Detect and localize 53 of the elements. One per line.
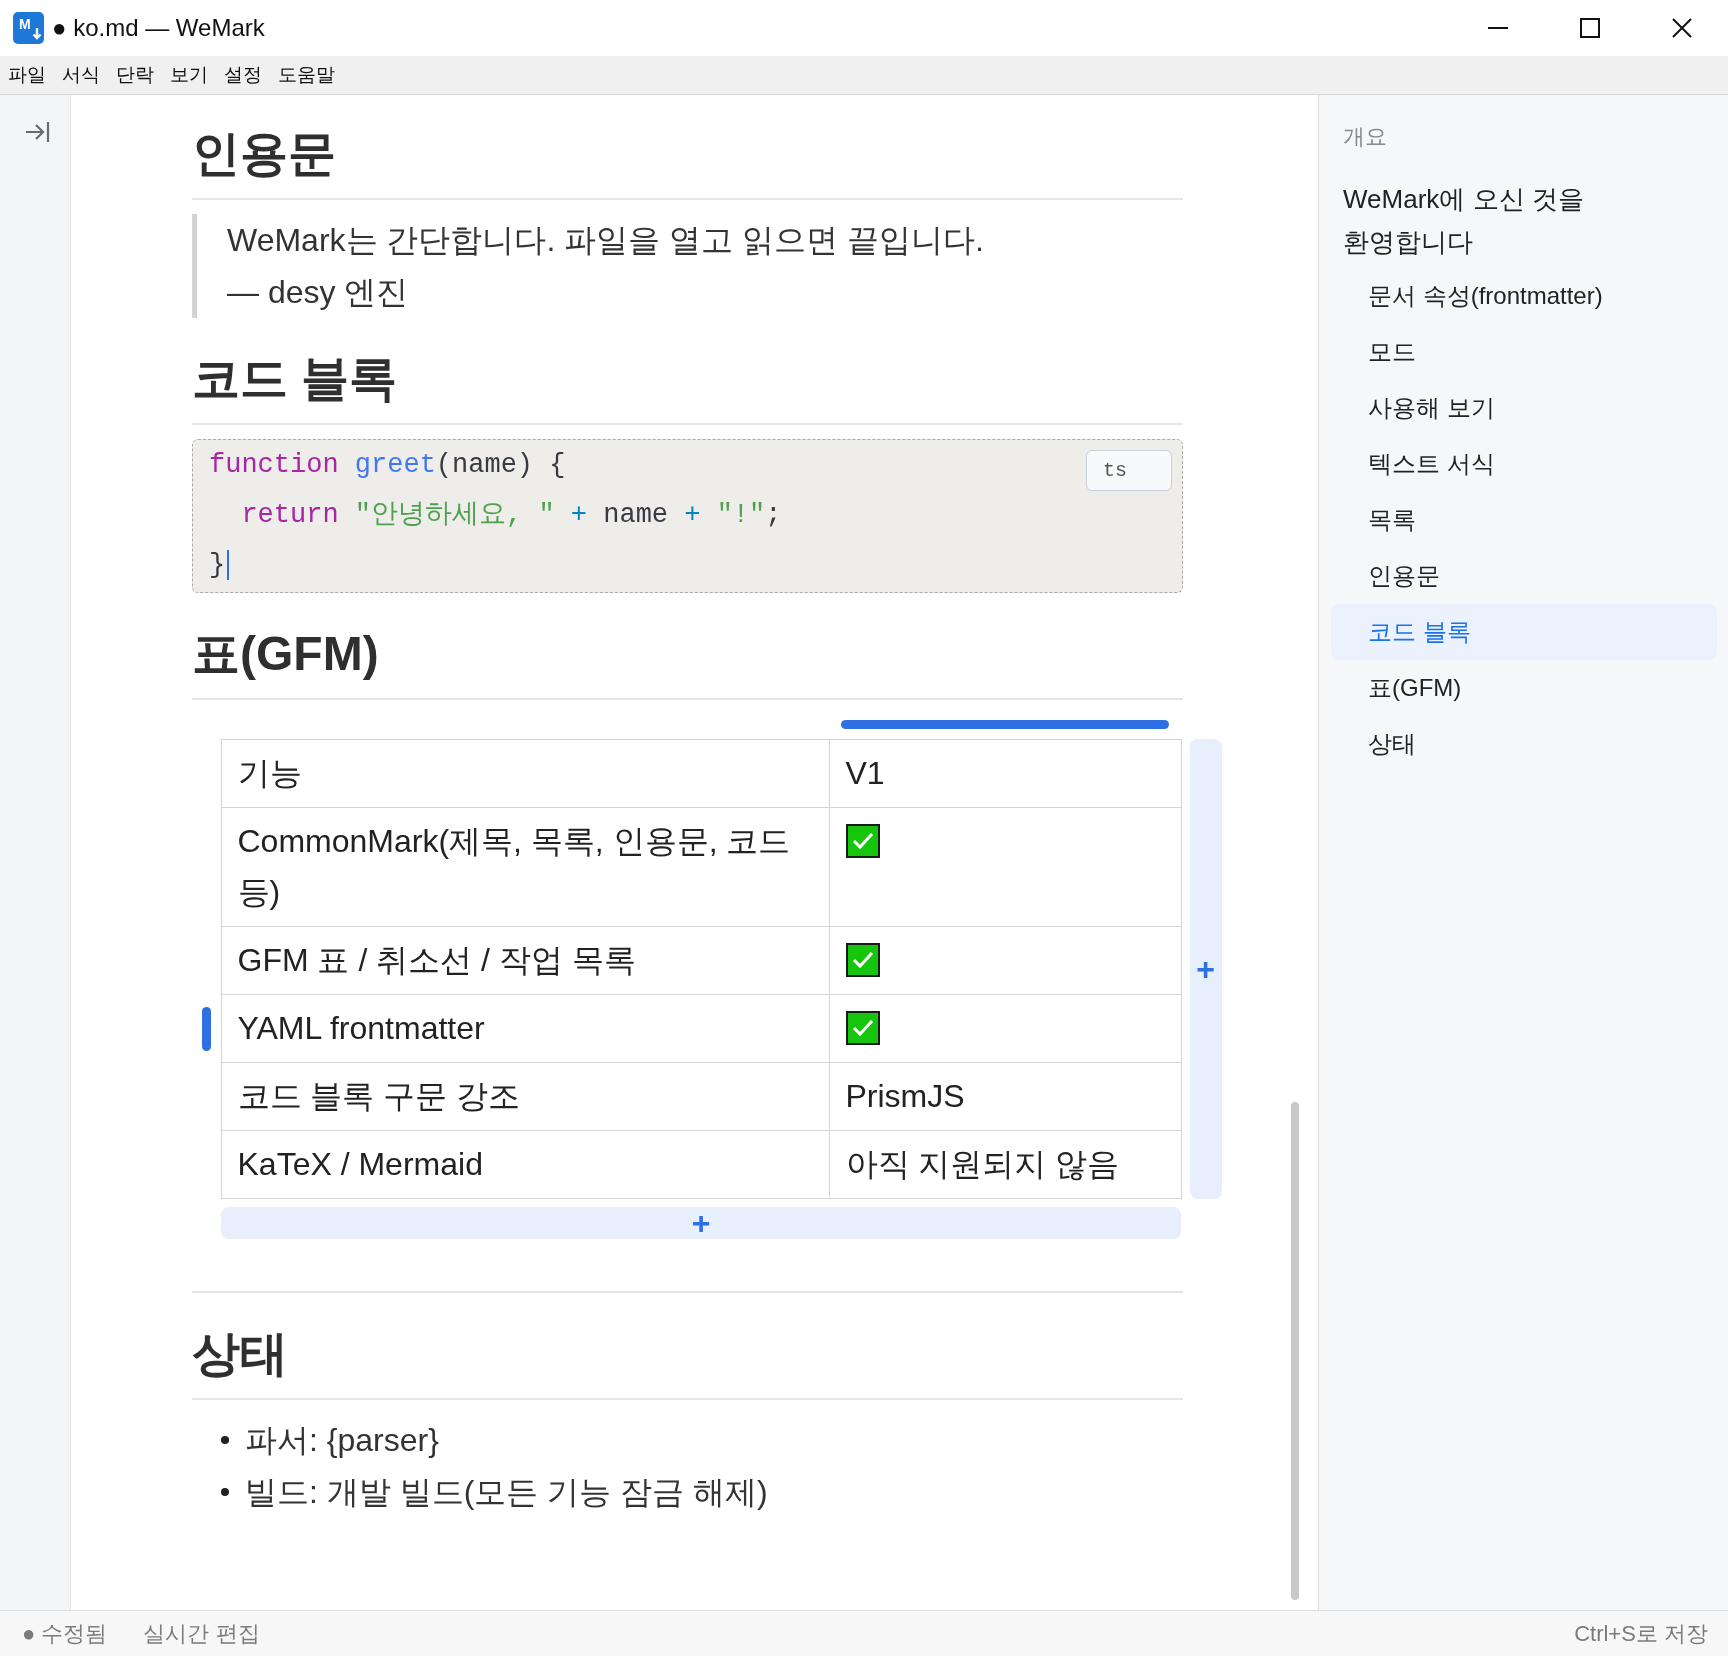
section-heading: 상태 (192, 1321, 1183, 1400)
menu-item[interactable]: 서식 (54, 57, 108, 93)
menu-item[interactable]: 파일 (0, 57, 54, 93)
scrollbar-thumb[interactable] (1291, 1102, 1299, 1600)
menu-item[interactable]: 단락 (108, 57, 162, 93)
list-item-text: 파서: {parser} (245, 1421, 439, 1460)
quote-attribution: — desy 엔진 (227, 273, 410, 312)
status-text: Ctrl+S로 저장 (1574, 1620, 1708, 1648)
table-cell: GFM 표 / 취소선 / 작업 목록 (221, 926, 829, 995)
table-header-cell: V1 (829, 739, 1181, 808)
quote-text: WeMark는 간단합니다. 파일을 열고 읽으면 끝입니다. (227, 221, 985, 260)
code-line: function greet(name) { (209, 449, 566, 482)
outline-item[interactable]: 문서 속성(frontmatter) (1331, 268, 1717, 324)
add-column-button[interactable]: + (1189, 739, 1222, 1199)
menu-item[interactable]: 도움말 (270, 57, 343, 93)
table-header-cell: 기능 (221, 739, 829, 808)
outline-item[interactable]: 사용해 보기 (1331, 380, 1717, 436)
code-line: return "안녕하세요, " + name + "!"; (240, 499, 782, 532)
arrow-to-bar-icon[interactable] (25, 121, 50, 143)
close-icon (1672, 18, 1692, 38)
bullet-icon (221, 1436, 229, 1444)
outline-item[interactable]: 모드 (1331, 324, 1717, 380)
section-heading: 표(GFM) (192, 621, 1183, 700)
minimize-icon (1488, 27, 1508, 29)
table-cell: PrismJS (829, 1062, 1181, 1131)
status-text: 실시간 편집 (143, 1620, 260, 1648)
outline-item[interactable]: 인용문 (1331, 548, 1717, 604)
table-cell: 아직 지원되지 않음 (829, 1130, 1181, 1199)
outline-title: 개요 (1342, 123, 1388, 151)
language-selector[interactable]: ts (1086, 450, 1172, 491)
table-cell: KaTeX / Mermaid (221, 1130, 829, 1199)
app-logo-icon: M (13, 12, 44, 44)
bullet-icon (221, 1488, 229, 1496)
maximize-icon (1580, 18, 1600, 38)
outline-item[interactable]: 표(GFM) (1331, 660, 1717, 716)
table-cell: YAML frontmatter (221, 994, 829, 1063)
window-title: ● ko.md — WeMark (52, 13, 265, 43)
status-text: ● 수정됨 (22, 1620, 108, 1648)
outline-item[interactable]: 상태 (1331, 716, 1717, 772)
outline-item[interactable]: 코드 블록 (1331, 604, 1717, 660)
menu-item[interactable]: 보기 (162, 57, 216, 93)
table-cell: 코드 블록 구문 강조 (221, 1062, 829, 1131)
table-cell: CommonMark(제목, 목록, 인용문, 코드 등) (221, 807, 829, 927)
outline-item[interactable]: WeMark에 오신 것을 환영합니다 (1331, 174, 1717, 268)
code-line: } (209, 549, 226, 582)
outline-item[interactable]: 목록 (1331, 492, 1717, 548)
section-heading: 코드 블록 (192, 346, 1183, 425)
section-heading: 인용문 (192, 121, 1183, 200)
outline-item[interactable]: 텍스트 서식 (1331, 436, 1717, 492)
row-handle[interactable] (202, 1006, 211, 1051)
list-item-text: 빌드: 개발 빌드(모든 기능 잠금 해제) (245, 1473, 768, 1512)
add-row-button[interactable]: + (221, 1207, 1181, 1239)
menu-item[interactable]: 설정 (216, 57, 270, 93)
